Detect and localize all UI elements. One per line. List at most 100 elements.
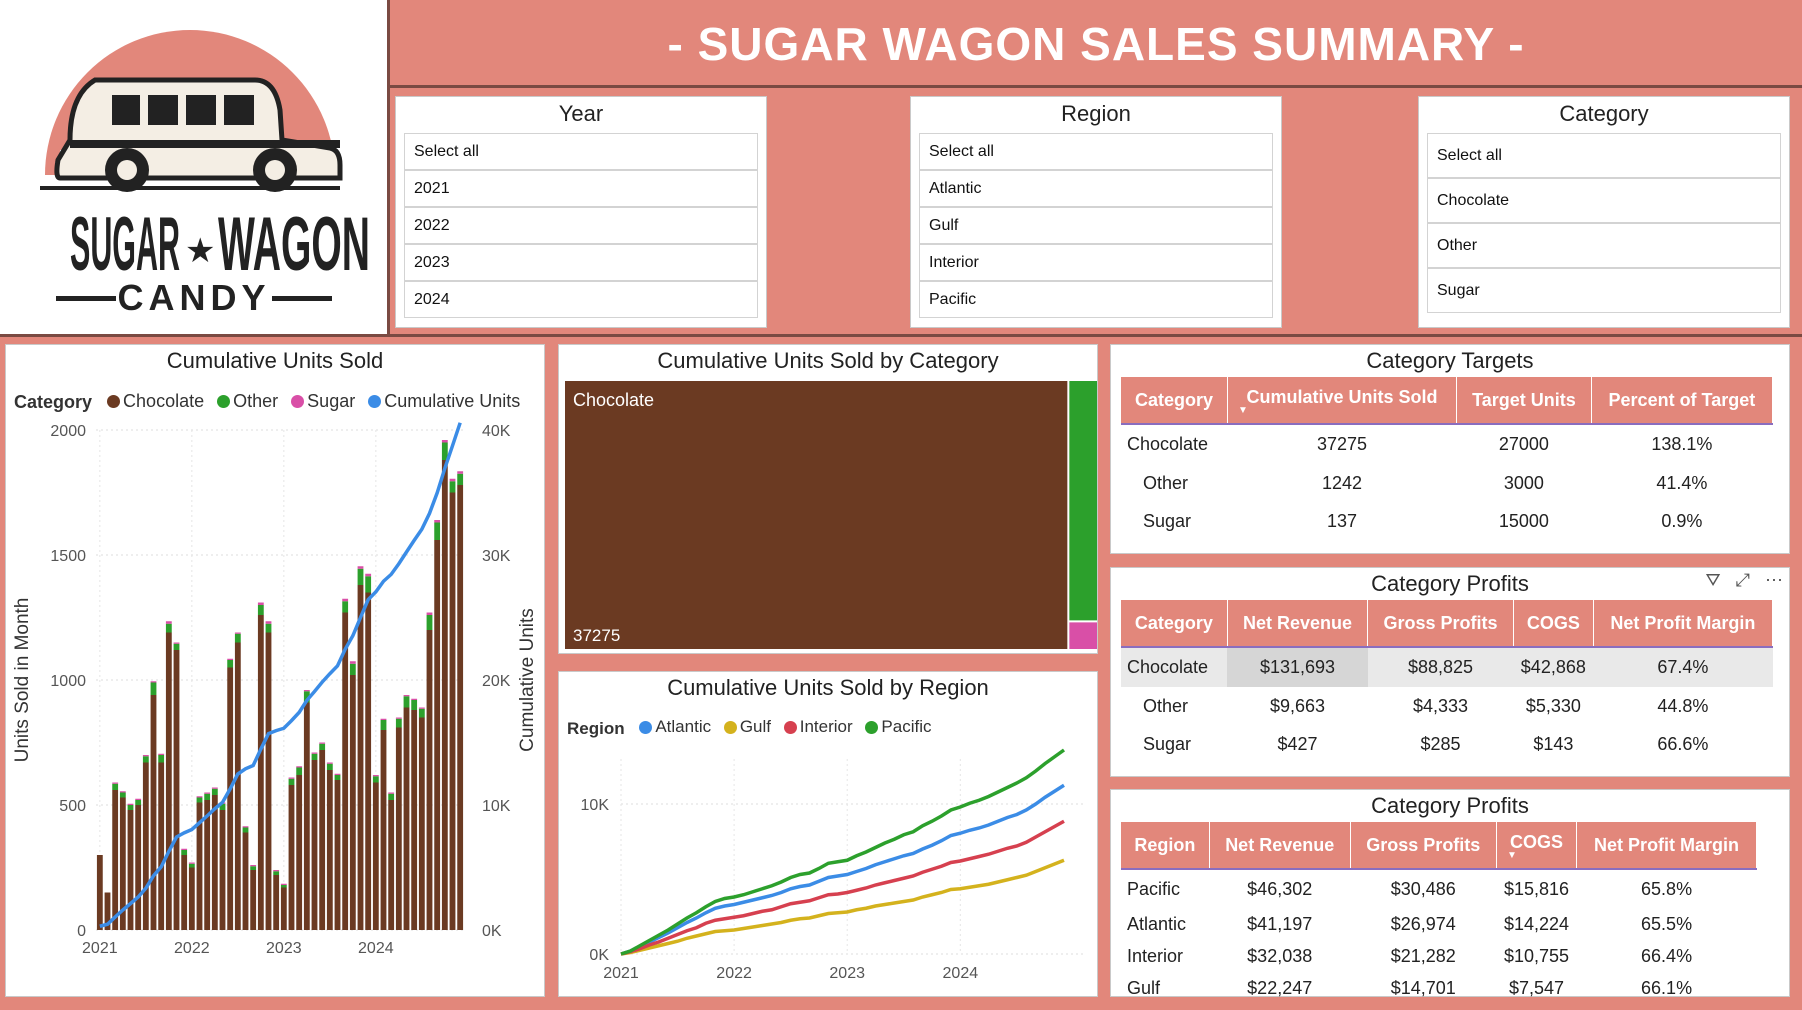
sugar-bar <box>357 566 364 569</box>
sugar-bar <box>204 792 211 794</box>
table-row[interactable]: Pacific $46,302 $30,486 $15,816 65.8% <box>1121 869 1757 908</box>
year-option[interactable]: 2022 <box>404 207 758 244</box>
other-bar <box>227 660 234 668</box>
region-option[interactable]: Atlantic <box>919 170 1273 207</box>
year-option[interactable]: Select all <box>404 133 758 170</box>
focus-mode-icon[interactable]: ⤢ <box>1736 570 1750 590</box>
other-bar <box>150 682 157 695</box>
chocolate-bar <box>449 492 456 930</box>
column-header[interactable]: Percent of Target <box>1591 377 1774 424</box>
table-row[interactable]: Sugar 137 15000 0.9% <box>1121 502 1773 540</box>
y2-tick-label: 10K <box>482 798 511 815</box>
y-tick-label: 2000 <box>50 423 86 440</box>
chocolate-bar <box>135 805 142 930</box>
column-header[interactable]: Category <box>1121 600 1228 647</box>
chocolate-bar <box>311 760 318 930</box>
region-option[interactable]: Interior <box>919 244 1273 281</box>
other-bar <box>319 743 326 750</box>
chocolate-bar <box>112 790 119 930</box>
other-bar <box>234 633 241 643</box>
chocolate-bar <box>319 750 326 930</box>
other-bar <box>135 800 142 805</box>
chocolate-bar <box>127 810 134 930</box>
category-treemap-panel: Cumulative Units Sold by Category Chocol… <box>558 344 1098 654</box>
table-row[interactable]: Interior $32,038 $21,282 $10,755 66.4% <box>1121 940 1757 972</box>
column-header[interactable]: Gross Profits <box>1350 822 1497 869</box>
other-bar <box>457 473 464 485</box>
chocolate-bar <box>418 717 425 930</box>
region-option[interactable]: Pacific <box>919 281 1273 318</box>
category-option[interactable]: Chocolate <box>1427 178 1781 223</box>
category-profits-panel: Category Profits ⛛ ⤢ ⋯ Category Net Reve… <box>1110 567 1790 777</box>
x-tick-label: 2023 <box>266 940 302 957</box>
other-bar <box>434 522 441 540</box>
other-bar <box>388 793 395 800</box>
sugar-bar <box>395 717 402 719</box>
year-option[interactable]: 2023 <box>404 244 758 281</box>
table-row[interactable]: Other 1242 3000 41.4% <box>1121 464 1773 502</box>
other-bar <box>296 767 303 775</box>
other-bar <box>380 720 387 730</box>
sugar-bar <box>457 471 464 474</box>
year-option[interactable]: 2021 <box>404 170 758 207</box>
table-row[interactable]: Chocolate 37275 27000 138.1% <box>1121 424 1773 464</box>
sugar-bar <box>372 775 379 777</box>
other-bar <box>280 885 287 888</box>
year-option[interactable]: 2024 <box>404 281 758 318</box>
column-header[interactable]: Net Revenue <box>1209 822 1351 869</box>
column-header[interactable]: Region <box>1121 822 1210 869</box>
sugar-bar <box>365 573 372 577</box>
table-row[interactable]: Sugar $427 $285 $143 66.6% <box>1121 725 1773 763</box>
region-option[interactable]: Gulf <box>919 207 1273 244</box>
column-header[interactable]: Gross Profits <box>1367 600 1514 647</box>
column-header[interactable]: Cumulative Units Sold ▼ <box>1227 377 1458 424</box>
column-header[interactable]: Net Profit Margin <box>1593 600 1774 647</box>
sugar-bar <box>242 826 249 828</box>
y2-axis-label: Cumulative Units <box>517 608 538 752</box>
other-bar <box>119 792 126 798</box>
chocolate-bar <box>388 800 395 930</box>
x-tick-label: 2021 <box>603 965 639 982</box>
region-option[interactable]: Select all <box>919 133 1273 170</box>
category-profits-table: Category Net Revenue Gross Profits COGS … <box>1121 600 1774 763</box>
cumulative-units-chart: 0 500 1000 1500 2000 0K 10K 20K 30K 40K 2021 2022 20… <box>12 422 538 957</box>
table-row[interactable]: Other $9,663 $4,333 $5,330 44.8% <box>1121 687 1773 725</box>
sugar-bar <box>142 755 149 757</box>
filter-icon[interactable]: ⛛ <box>1705 570 1720 590</box>
year-slicer: Year Select all 2021 2022 2023 2024 <box>395 96 767 328</box>
sugar-bar <box>342 598 349 602</box>
legend-cumulative: Cumulative Units <box>368 391 520 412</box>
category-option[interactable]: Other <box>1427 223 1781 268</box>
column-header[interactable]: Net Profit Margin <box>1576 822 1757 869</box>
other-bar <box>158 755 165 763</box>
legend-other: Other <box>217 391 278 412</box>
table-row[interactable]: Atlantic $41,197 $26,974 $14,224 65.5% <box>1121 908 1757 940</box>
table-row[interactable]: Chocolate $131,693 $88,825 $42,868 67.4% <box>1121 647 1773 687</box>
y-tick-label: 500 <box>59 798 86 815</box>
chocolate-bar <box>227 667 234 930</box>
other-bar <box>173 643 180 650</box>
other-bar <box>127 805 134 810</box>
column-header[interactable]: Category <box>1121 377 1228 424</box>
sugar-bar <box>403 695 410 697</box>
sugar-bar <box>380 718 387 720</box>
chocolate-bar <box>334 780 341 930</box>
category-option[interactable]: Sugar <box>1427 268 1781 313</box>
sugar-bar <box>265 621 272 624</box>
legend-atlantic: Atlantic <box>639 717 711 737</box>
chart-legend: Region Atlantic Gulf Interior Pacific <box>567 717 939 739</box>
column-header[interactable]: Target Units <box>1456 377 1592 424</box>
category-option[interactable]: Select all <box>1427 133 1781 178</box>
other-bar <box>334 775 341 780</box>
column-header[interactable]: Net Revenue <box>1227 600 1369 647</box>
sugar-bar <box>127 803 134 805</box>
more-options-icon[interactable]: ⋯ <box>1765 570 1783 590</box>
sugar-bar <box>158 753 165 755</box>
table-row[interactable]: Gulf $22,247 $14,701 $7,547 66.1% <box>1121 972 1757 1004</box>
column-header[interactable]: COGS <box>1513 600 1594 647</box>
chocolate-bar <box>411 710 418 930</box>
x-tick-label: 2021 <box>82 940 118 957</box>
series-line-interior <box>620 819 1065 956</box>
column-header[interactable]: COGS ▼ <box>1496 822 1578 869</box>
chart-title: Cumulative Units Sold <box>166 348 384 373</box>
